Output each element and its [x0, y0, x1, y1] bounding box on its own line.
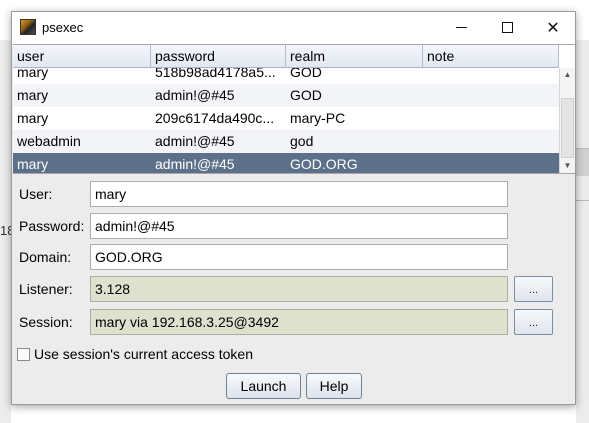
- table-row-selected[interactable]: mary admin!@#45 GOD.ORG: [13, 153, 559, 173]
- background-app-divider: [576, 148, 589, 176]
- user-label: User:: [19, 186, 53, 202]
- launch-button[interactable]: Launch: [226, 373, 301, 399]
- session-field[interactable]: mary via 192.168.3.25@3492: [90, 309, 508, 335]
- scroll-thumb[interactable]: [561, 98, 574, 158]
- cell-note: [423, 84, 559, 107]
- help-button[interactable]: Help: [306, 373, 362, 399]
- title-bar[interactable]: psexec ✕: [12, 12, 575, 44]
- cell-realm: mary-PC: [290, 110, 346, 126]
- table-scrollbar[interactable]: ▲ ▼: [559, 68, 575, 173]
- table-row[interactable]: mary admin!@#45 GOD: [13, 84, 559, 107]
- session-label: Session:: [19, 314, 73, 330]
- cell-note: [423, 153, 559, 173]
- window-title: psexec: [42, 20, 84, 35]
- cell-password: 209c6174da490c...: [155, 110, 275, 126]
- psexec-dialog: psexec ✕ user password realm note mary 5…: [11, 11, 576, 405]
- cell-realm: god: [290, 133, 314, 149]
- column-header-user[interactable]: user: [13, 45, 151, 68]
- maximize-icon: [501, 22, 513, 33]
- column-header-password[interactable]: password: [151, 45, 286, 68]
- table-row[interactable]: mary 209c6174da490c... mary-PC: [13, 107, 559, 130]
- cell-note: [423, 68, 559, 84]
- user-field[interactable]: mary: [90, 181, 508, 207]
- table-row[interactable]: mary 518b98ad4178a5... GOD: [13, 68, 559, 84]
- cell-user: webadmin: [17, 133, 81, 149]
- cell-user: mary: [17, 68, 49, 80]
- listener-label: Listener:: [19, 281, 73, 297]
- session-browse-button[interactable]: ...: [514, 309, 553, 335]
- cell-password: admin!@#45: [155, 133, 235, 149]
- maximize-button[interactable]: [484, 12, 530, 43]
- password-field[interactable]: admin!@#45: [90, 213, 508, 239]
- domain-field[interactable]: GOD.ORG: [90, 244, 508, 270]
- cell-password: admin!@#45: [155, 87, 235, 103]
- table-row[interactable]: webadmin admin!@#45 god: [13, 130, 559, 153]
- cell-realm: GOD: [290, 68, 322, 80]
- cell-user: mary: [17, 110, 49, 126]
- cell-note: [423, 107, 559, 130]
- credentials-table[interactable]: user password realm note mary 518b98ad41…: [13, 44, 575, 174]
- psexec-app-icon: [20, 19, 36, 35]
- password-label: Password:: [19, 218, 85, 234]
- access-token-checkbox[interactable]: [17, 348, 30, 361]
- domain-label: Domain:: [19, 249, 72, 265]
- table-body: mary 518b98ad4178a5... GOD mary admin!@#…: [13, 68, 559, 173]
- table-header: user password realm note: [13, 45, 559, 68]
- close-button[interactable]: ✕: [530, 12, 576, 43]
- close-icon: ✕: [546, 19, 560, 37]
- column-header-note[interactable]: note: [423, 45, 559, 68]
- listener-field[interactable]: 3.128: [90, 276, 508, 302]
- background-app-divider: [576, 200, 589, 201]
- listener-browse-button[interactable]: ...: [514, 276, 553, 302]
- cell-realm: GOD: [290, 87, 322, 103]
- cell-password: 518b98ad4178a5...: [155, 68, 276, 80]
- minimize-icon: [455, 27, 467, 28]
- cell-user: mary: [17, 87, 49, 103]
- cell-user: mary: [17, 156, 49, 172]
- scroll-up-icon[interactable]: ▲: [560, 68, 575, 82]
- access-token-checkbox-label[interactable]: Use session's current access token: [34, 346, 253, 362]
- cell-realm: GOD.ORG: [290, 156, 358, 172]
- scroll-down-icon[interactable]: ▼: [560, 159, 575, 173]
- background-app-right: [576, 40, 589, 423]
- cell-password: admin!@#45: [155, 156, 235, 172]
- minimize-button[interactable]: [438, 12, 484, 43]
- cell-note: [423, 130, 559, 153]
- column-header-realm[interactable]: realm: [286, 45, 423, 68]
